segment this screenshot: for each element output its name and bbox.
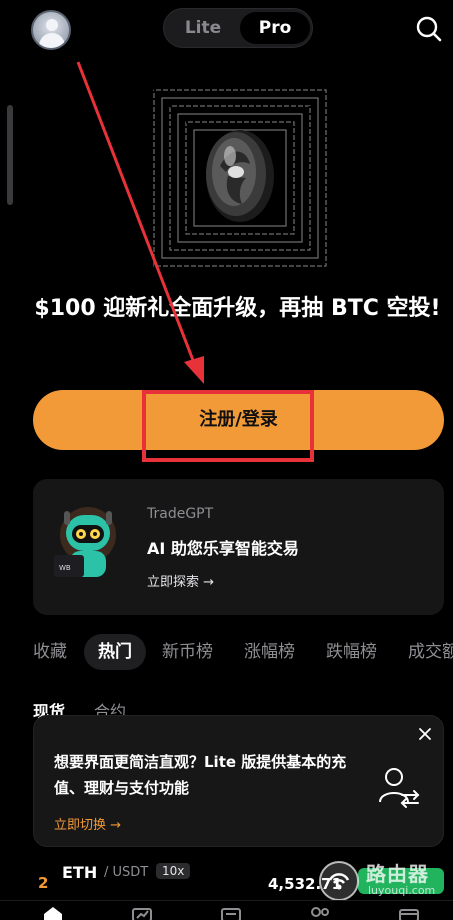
market-rank: 2 <box>38 874 49 892</box>
lite-switch-link[interactable]: 立即切换 → <box>54 814 121 833</box>
market-quote-symbol: / USDT <box>104 865 149 880</box>
search-icon[interactable] <box>414 14 444 44</box>
site-watermark: 路由器 luyouqi.com <box>316 858 446 904</box>
trade-gpt-card[interactable]: WB TradeGPT AI 助您乐享智能交易 立即探索 → <box>33 479 444 615</box>
lite-switch-card: 想要界面更简洁直观？Lite 版提供基本的充值、理财与支付功能 立即切换 → <box>33 715 444 847</box>
tab-gainers[interactable]: 涨幅榜 <box>244 634 295 670</box>
avatar-body-shape <box>39 33 65 48</box>
market-base-symbol: ETH <box>62 863 98 882</box>
close-icon[interactable] <box>417 726 433 742</box>
router-logo-icon <box>318 860 360 902</box>
trade-gpt-description: AI 助您乐享智能交易 <box>147 539 299 558</box>
robot-mascot-icon: WB <box>50 505 126 585</box>
markets-icon[interactable] <box>131 906 153 920</box>
mode-pro-option[interactable]: Pro <box>240 12 310 44</box>
avatar-head-shape <box>46 19 58 31</box>
home-icon[interactable] <box>42 906 64 920</box>
tab-losers[interactable]: 跌幅榜 <box>326 634 377 670</box>
tab-volume[interactable]: 成交额 <box>408 634 453 670</box>
trade-gpt-name: TradeGPT <box>147 506 214 522</box>
bottom-nav <box>0 900 453 920</box>
mode-toggle[interactable]: Lite Pro <box>163 8 313 48</box>
tab-hot[interactable]: 热门 <box>84 634 146 670</box>
svg-text:WB: WB <box>59 564 71 572</box>
mode-lite-option[interactable]: Lite <box>168 12 238 44</box>
tab-favorites[interactable]: 收藏 <box>33 634 67 670</box>
side-scroll-handle[interactable] <box>7 105 13 205</box>
watermark-text: 路由器 <box>366 862 429 886</box>
hero-title: $100 迎新礼全面升级，再抽 BTC 空投! <box>34 296 441 321</box>
lite-switch-message: 想要界面更简洁直观？Lite 版提供基本的充值、理财与支付功能 <box>54 753 347 797</box>
tab-new-listings[interactable]: 新币榜 <box>162 634 213 670</box>
discover-icon[interactable] <box>309 906 331 920</box>
trade-icon[interactable] <box>220 906 242 920</box>
watermark-url: luyouqi.com <box>368 884 436 897</box>
trade-gpt-explore-link[interactable]: 立即探索 → <box>147 571 214 590</box>
leverage-badge: 10x <box>156 863 191 879</box>
avatar[interactable] <box>31 10 71 50</box>
hero-gift-illustration <box>150 86 330 270</box>
category-tabs: 收藏 热门 新币榜 涨幅榜 跌幅榜 成交额 <box>0 634 453 670</box>
user-switch-icon <box>376 764 422 810</box>
highlight-box <box>142 390 314 462</box>
assets-icon[interactable] <box>398 906 420 920</box>
